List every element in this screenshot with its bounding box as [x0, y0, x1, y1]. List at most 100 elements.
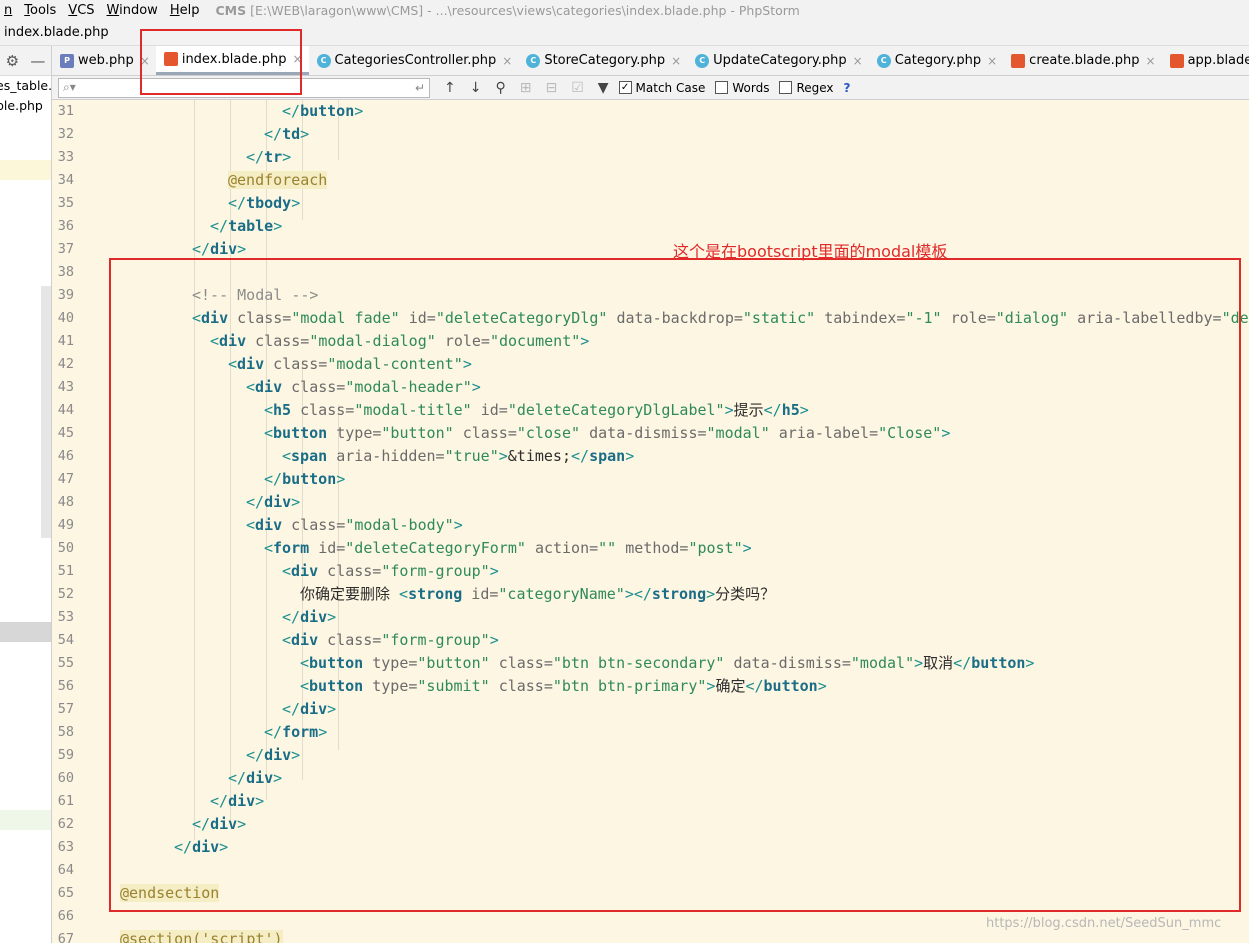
class-file-icon: C [526, 53, 541, 68]
tab-category[interactable]: C Category.php × [869, 46, 1003, 75]
line-number: 40 [57, 310, 74, 326]
tab-categories-controller[interactable]: C CategoriesController.php × [309, 46, 519, 75]
search-icon[interactable]: ⌕▾ [63, 80, 76, 95]
minimize-icon[interactable]: — [30, 52, 45, 70]
close-icon[interactable]: × [987, 54, 997, 68]
code-line: @section('script') [120, 928, 283, 943]
menu-item-window[interactable]: Window [107, 3, 158, 18]
menu-bar: n Tools VCS Window Help CMS [E:\WEB\lara… [0, 0, 1249, 20]
line-number: 54 [57, 632, 74, 648]
project-panel: ⚙ — es_table. ble.php [0, 46, 52, 943]
add-occurrence-icon[interactable]: ⊞ [520, 80, 532, 96]
close-icon[interactable]: × [502, 54, 512, 68]
breadcrumb[interactable]: index.blade.php [4, 25, 109, 40]
next-occurrence-icon[interactable]: ↓ [470, 80, 482, 96]
line-number: 38 [57, 264, 74, 280]
code-line: </td> [264, 125, 310, 143]
window-title: CMS [E:\WEB\laragon\www\CMS] - ...\resou… [215, 3, 799, 18]
remove-occurrence-icon[interactable]: ⊟ [545, 80, 557, 96]
highlight-box-modal [109, 258, 1241, 912]
tab-store-category[interactable]: C StoreCategory.php × [518, 46, 687, 75]
class-file-icon: C [316, 53, 331, 68]
code-line: @endforeach [228, 171, 328, 189]
line-number: 60 [57, 770, 74, 786]
line-number: 39 [57, 287, 74, 303]
line-number: 64 [57, 862, 74, 878]
project-file-item[interactable]: es_table. [0, 76, 51, 96]
tab-label: CategoriesController.php [334, 53, 497, 68]
class-file-icon: C [695, 53, 710, 68]
close-icon[interactable]: × [1146, 54, 1156, 68]
menu-item-tools[interactable]: Tools [24, 3, 56, 18]
project-row-selected [0, 622, 51, 642]
line-number: 63 [57, 839, 74, 855]
line-number: 33 [57, 149, 74, 165]
class-file-icon: C [876, 53, 891, 68]
tab-update-category[interactable]: C UpdateCategory.php × [687, 46, 869, 75]
words-label: Words [732, 80, 770, 95]
php-file-icon: P [60, 53, 74, 68]
tab-label: UpdateCategory.php [713, 53, 847, 68]
match-case-label: Match Case [635, 80, 706, 95]
line-number: 66 [57, 908, 74, 924]
tab-app-blade[interactable]: app.blade.php × [1162, 46, 1249, 75]
menu-item-help[interactable]: Help [170, 3, 200, 18]
line-number: 41 [57, 333, 74, 349]
line-number: 35 [57, 195, 74, 211]
regex-checkbox[interactable]: Regex [779, 80, 834, 95]
filter-icon[interactable]: ▼ [598, 80, 609, 96]
previous-occurrence-icon[interactable]: ↑ [444, 80, 456, 96]
words-check-icon [715, 81, 729, 94]
regex-help-link[interactable]: ? [844, 81, 851, 95]
line-number: 52 [57, 586, 74, 602]
line-number: 53 [57, 609, 74, 625]
line-number: 55 [57, 655, 74, 671]
editor-gutter: 31 32 33 34 35 36 37 38 39 40 41 42 43 44 45 46 47 48 49 50… [52, 100, 120, 943]
line-number: 48 [57, 494, 74, 510]
match-case-checkbox[interactable]: ✓ Match Case [618, 80, 706, 95]
line-number: 61 [57, 793, 74, 809]
tab-label: web.php [78, 53, 134, 68]
close-icon[interactable]: × [671, 54, 681, 68]
newline-icon[interactable]: ↵ [415, 81, 425, 95]
project-row-highlight [0, 810, 51, 830]
tab-label: Category.php [894, 53, 982, 68]
menu-item-n[interactable]: n [4, 3, 12, 18]
find-all-icon[interactable]: ⚲ [495, 80, 505, 96]
project-panel-scrollbar[interactable] [41, 286, 51, 538]
line-number: 44 [57, 402, 74, 418]
close-icon[interactable]: × [853, 54, 863, 68]
line-number: 67 [57, 931, 74, 943]
code-line: </table> [210, 217, 283, 235]
select-all-occurrences-icon[interactable]: ☑ [571, 80, 584, 96]
tab-create-blade[interactable]: create.blade.php × [1003, 46, 1161, 75]
line-number: 31 [57, 103, 74, 119]
menu-item-vcs[interactable]: VCS [68, 3, 94, 18]
line-number: 32 [57, 126, 74, 142]
match-case-check-icon: ✓ [618, 81, 632, 94]
line-number: 43 [57, 379, 74, 395]
line-number: 62 [57, 816, 74, 832]
project-file-item[interactable]: ble.php [0, 96, 51, 116]
watermark: https://blog.csdn.net/SeedSun_mmc [986, 916, 1222, 931]
line-number: 36 [57, 218, 74, 234]
gear-icon[interactable]: ⚙ [6, 52, 19, 70]
line-number: 51 [57, 563, 74, 579]
blade-file-icon [1011, 53, 1026, 68]
words-checkbox[interactable]: Words [715, 81, 769, 95]
line-number: 42 [57, 356, 74, 372]
window-title-path: [E:\WEB\laragon\www\CMS] - ...\resources… [250, 2, 800, 18]
code-line: </button> [282, 102, 364, 120]
line-number: 45 [57, 425, 74, 441]
code-line: </tr> [246, 148, 292, 166]
line-number: 46 [57, 448, 74, 464]
regex-label: Regex [796, 80, 834, 95]
window-title-app: CMS [215, 2, 247, 18]
line-number: 34 [57, 172, 74, 188]
line-number: 65 [57, 885, 74, 901]
code-line: </tbody> [228, 194, 301, 212]
line-number: 57 [57, 701, 74, 717]
line-number: 56 [57, 678, 74, 694]
project-panel-toolbar: ⚙ — [0, 46, 51, 76]
line-number: 58 [57, 724, 74, 740]
